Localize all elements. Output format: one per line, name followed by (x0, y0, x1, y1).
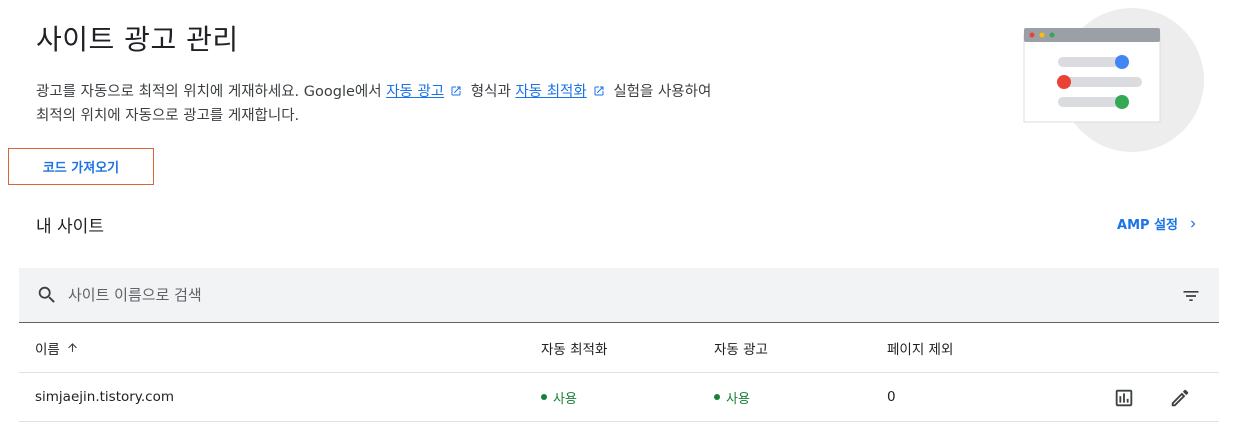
section-title-my-sites: 내 사이트 (36, 217, 104, 237)
auto-ads-status-label: 사용 (726, 391, 750, 407)
column-header-auto-ads: 자동 광고 (714, 341, 768, 358)
amp-settings-label: AMP 설정 (1117, 218, 1178, 233)
import-code-button[interactable]: 코드 가져오기 (8, 148, 154, 185)
sites-table: 이름 자동 최적화 자동 광고 페이지 제외 simjaejin.tistory… (19, 323, 1219, 422)
auto-optimize-status: 사용 (541, 373, 577, 421)
site-search-input[interactable] (68, 286, 968, 304)
status-dot-icon (714, 394, 720, 400)
auto-ads-status: 사용 (714, 373, 750, 421)
external-link-icon (594, 86, 604, 96)
auto-ads-illustration (1023, 8, 1204, 152)
table-header-row: 이름 자동 최적화 자동 광고 페이지 제외 (19, 323, 1219, 373)
column-header-page-exclusions: 페이지 제외 (887, 341, 954, 358)
amp-settings-link[interactable]: AMP 설정 (1117, 214, 1200, 233)
column-header-name-label: 이름 (35, 341, 60, 358)
page-exclusions-count: 0 (887, 389, 896, 405)
description-text-2: 형식과 (466, 84, 516, 100)
auto-optimize-link[interactable]: 자동 최적화 (515, 84, 586, 100)
column-header-name[interactable]: 이름 (35, 323, 79, 372)
chevron-right-icon (1191, 220, 1196, 227)
description-text-line2: 최적의 위치에 자동으로 광고를 게재합니다. (36, 108, 300, 124)
auto-ads-link[interactable]: 자동 광고 (386, 84, 444, 100)
status-dot-icon (541, 394, 547, 400)
page-description: 광고를 자동으로 최적의 위치에 게재하세요. Google에서 자동 광고 형… (36, 80, 796, 128)
filter-icon[interactable] (1181, 286, 1201, 306)
external-link-icon (451, 86, 461, 96)
search-icon (38, 286, 55, 303)
description-text-1: 광고를 자동으로 최적의 위치에 게재하세요. Google에서 (36, 84, 387, 100)
page-title: 사이트 광고 관리 (36, 23, 239, 56)
edit-pencil-icon[interactable] (1169, 387, 1191, 409)
arrow-up-icon (68, 343, 77, 352)
search-bar (19, 268, 1219, 323)
table-row[interactable]: simjaejin.tistory.com 사용 사용 0 (19, 373, 1219, 422)
site-name: simjaejin.tistory.com (35, 389, 174, 405)
column-header-auto-optimize: 자동 최적화 (541, 341, 608, 358)
report-icon[interactable] (1113, 387, 1135, 409)
description-text-3: 실험을 사용하여 (608, 84, 712, 100)
auto-optimize-status-label: 사용 (553, 391, 577, 407)
